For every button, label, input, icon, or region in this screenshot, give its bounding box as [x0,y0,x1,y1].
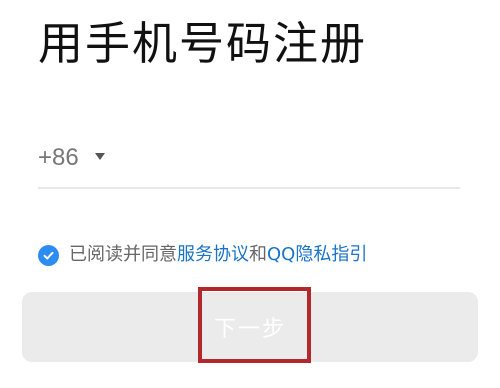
agreement-conjunction: 和 [249,244,267,265]
service-agreement-link[interactable]: 服务协议 [177,242,249,268]
country-code-label: +86 [38,144,79,171]
agreement-row: 已阅读并同意 服务协议和 QQ隐私指引 [38,242,367,268]
country-code-selector[interactable]: +86 [38,144,105,172]
check-circle-icon[interactable] [38,244,59,266]
input-underline [38,187,460,189]
highlight-annotation-box [198,287,311,363]
phone-number-input[interactable] [124,137,460,179]
agreement-prefix: 已阅读并同意 [69,244,177,265]
phone-input-row: +86 [38,136,460,180]
caret-down-icon [94,152,105,160]
register-screen: 用手机号码注册 +86 已阅读并同意 服务协议和 QQ隐私指引 下一步 [0,0,500,388]
page-title: 用手机号码注册 [38,17,368,70]
privacy-guide-link[interactable]: QQ隐私指引 [267,242,367,268]
